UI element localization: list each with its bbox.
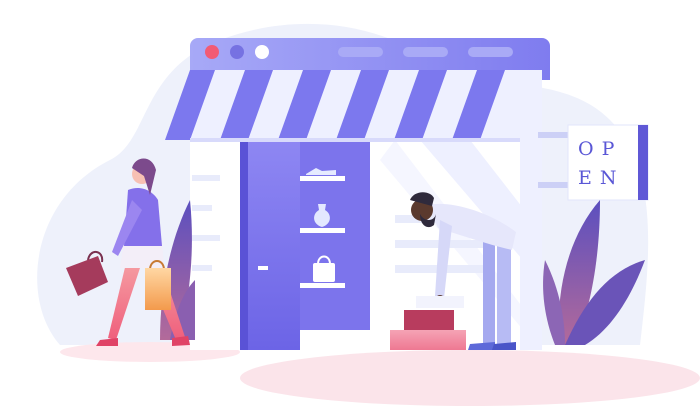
door [240, 140, 300, 350]
sign-line-1: O P [578, 138, 615, 160]
sign-line-2: E N [578, 167, 618, 189]
door-handle [258, 266, 268, 270]
browser-dots-icon [205, 45, 269, 59]
orange-bag-icon [145, 260, 171, 310]
shelf-cabinet [300, 140, 370, 330]
browser-tab-bars [338, 47, 513, 57]
floor-shadow [240, 350, 700, 406]
store-illustration: O P E N [37, 23, 700, 406]
